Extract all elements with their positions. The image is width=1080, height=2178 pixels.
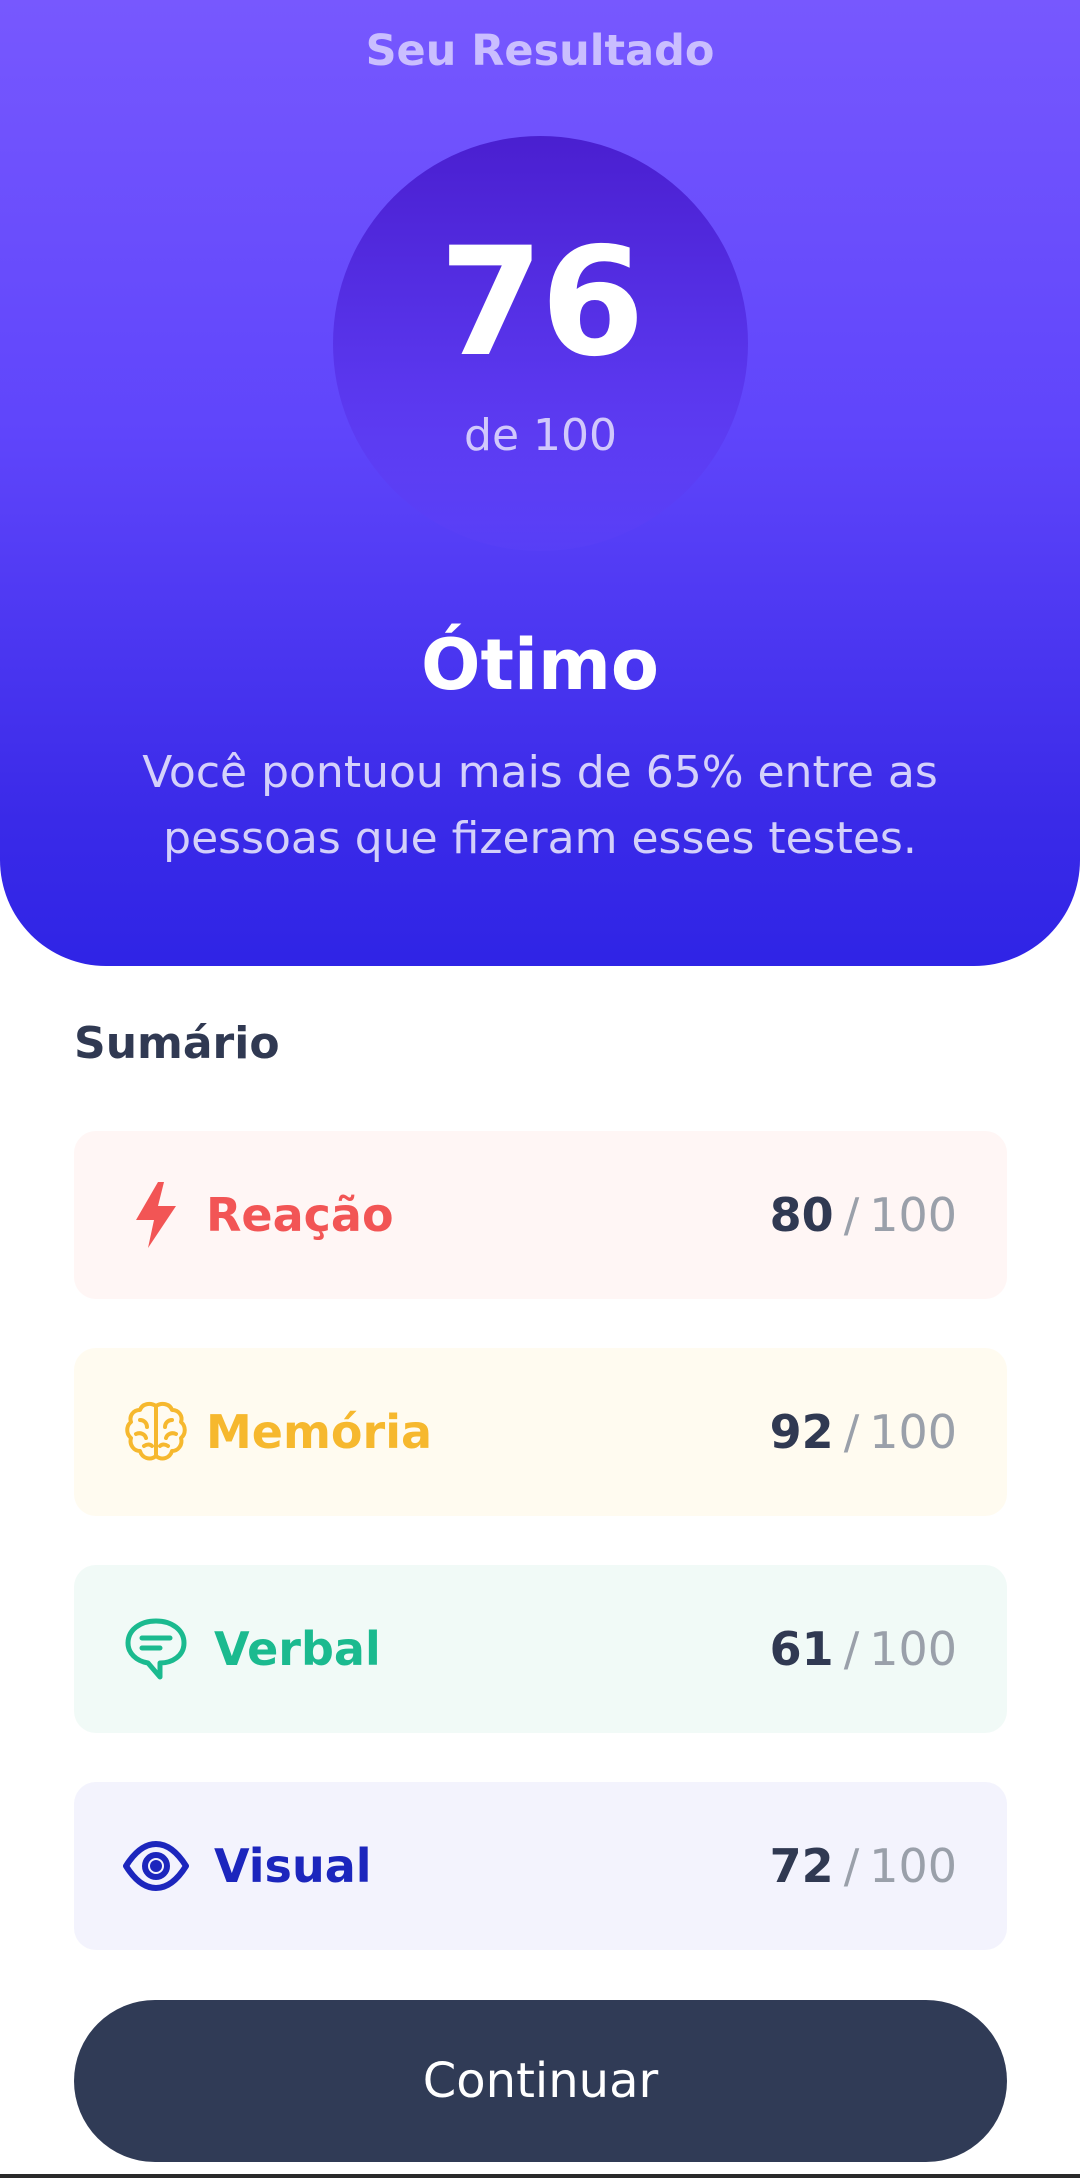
summary-title: Sumário: [74, 1018, 280, 1069]
summary-item-max: 100: [869, 1188, 957, 1242]
summary-item-label: Visual: [214, 1839, 372, 1893]
score-separator: /: [843, 1839, 860, 1893]
rating-description: Você pontuou mais de 65% entre as pessoa…: [142, 747, 938, 864]
summary-item-score: 72/100: [770, 1839, 957, 1893]
page-title: Seu Resultado: [365, 26, 715, 76]
chat-icon: [122, 1615, 190, 1683]
summary-item-memoria: Memória 92/100: [74, 1348, 1007, 1516]
summary-item-verbal: Verbal 61/100: [74, 1565, 1007, 1733]
summary-item-label: Verbal: [214, 1622, 381, 1676]
summary-item-max: 100: [869, 1622, 957, 1676]
eye-icon: [122, 1832, 190, 1900]
summary-item-value: 92: [769, 1405, 834, 1459]
summary-item-reacao: Reação 80/100: [74, 1131, 1007, 1299]
summary-item-max: 100: [869, 1839, 957, 1893]
summary-item-label: Memória: [206, 1405, 433, 1459]
bottom-divider: [0, 2174, 1080, 2178]
score-separator: /: [843, 1622, 860, 1676]
score-circle: 76 de 100: [333, 136, 748, 551]
summary-item-value: 72: [769, 1839, 834, 1893]
score-max-label: de 100: [464, 410, 617, 461]
rating-label: Ótimo: [421, 624, 659, 706]
brain-icon: [122, 1398, 190, 1466]
continue-button[interactable]: Continuar: [74, 2000, 1007, 2162]
summary-item-score: 61/100: [770, 1622, 957, 1676]
score-value: 76: [439, 216, 645, 390]
summary-item-score: 80/100: [770, 1188, 957, 1242]
summary-item-score: 92/100: [770, 1405, 957, 1459]
summary-item-label: Reação: [206, 1188, 394, 1242]
summary-item-value: 80: [769, 1188, 834, 1242]
summary-item-value: 61: [769, 1622, 834, 1676]
lightning-icon: [122, 1181, 190, 1249]
summary-item-visual: Visual 72/100: [74, 1782, 1007, 1950]
score-separator: /: [843, 1405, 860, 1459]
score-separator: /: [843, 1188, 860, 1242]
result-hero: Seu Resultado 76 de 100 Ótimo Você pontu…: [0, 0, 1080, 966]
summary-item-max: 100: [869, 1405, 957, 1459]
